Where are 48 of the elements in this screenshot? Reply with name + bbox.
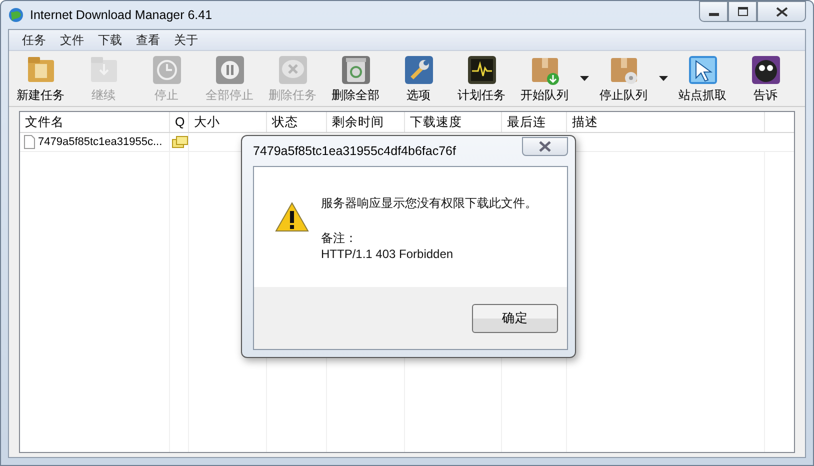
globe-icon — [8, 7, 24, 23]
menu-item[interactable]: 文件 — [53, 32, 91, 48]
error-message: 服务器响应显示您没有权限下载此文件。 — [321, 195, 537, 212]
toolbar-button[interactable]: 告诉 — [734, 54, 797, 104]
file-icon — [24, 135, 35, 149]
toolbar-button[interactable]: 停止队列 — [592, 54, 655, 104]
trash-bin-icon — [340, 54, 372, 86]
menu-item[interactable]: 下载 — [91, 32, 129, 48]
toolbar-button[interactable]: 删除全部 — [324, 54, 387, 104]
dropdown-caret-icon[interactable] — [580, 76, 588, 81]
maximize-button[interactable] — [728, 1, 757, 22]
note-text: HTTP/1.1 403 Forbidden — [321, 247, 454, 261]
menu-item[interactable]: 关于 — [167, 32, 205, 48]
menu-item[interactable]: 查看 — [129, 32, 167, 48]
window-title: Internet Download Manager 6.41 — [30, 8, 214, 22]
wrench-icon — [402, 54, 434, 86]
face-icon — [750, 54, 782, 86]
pulse-monitor-icon — [466, 54, 498, 86]
column-header[interactable]: 下载速度 — [405, 112, 502, 132]
close-icon — [538, 140, 552, 152]
clock-icon — [150, 54, 182, 86]
column-header[interactable]: 大小 — [189, 112, 267, 132]
close-button[interactable] — [757, 1, 806, 22]
file-name-cell[interactable]: 7479a5f85tc1ea31955c... — [20, 133, 170, 151]
dropdown-caret-icon[interactable] — [658, 76, 668, 81]
ok-button[interactable]: 确定 — [472, 304, 558, 332]
pause-icon — [214, 54, 246, 86]
column-header[interactable]: 状态 — [267, 112, 327, 132]
warning-icon — [275, 201, 309, 233]
maximize-icon — [738, 7, 748, 16]
minimize-button[interactable] — [699, 1, 728, 22]
speech-bubble-icon — [276, 54, 308, 86]
column-header[interactable]: 剩余时间 — [327, 112, 405, 132]
cursor-icon — [686, 54, 718, 86]
column-header[interactable]: 最后连 — [502, 112, 567, 132]
close-icon — [776, 6, 788, 16]
close-button[interactable] — [522, 136, 568, 156]
column-header[interactable]: 描述 — [567, 112, 765, 132]
toolbar-button[interactable]: 计划任务 — [450, 54, 513, 104]
dialog-title: 7479a5f85tc1ea31955c4df4b6fac76f — [253, 144, 456, 158]
column-header[interactable]: 文件名 — [20, 112, 170, 132]
column-header[interactable]: Q — [170, 112, 189, 132]
toolbar-button[interactable]: 选项 — [387, 54, 450, 104]
toolbar-button[interactable]: 新建任务 — [9, 54, 72, 104]
toolbar-button[interactable]: 站点抓取 — [671, 54, 734, 104]
toolbar-button[interactable]: 开始队列 — [513, 54, 576, 104]
menu-item[interactable]: 任务 — [15, 32, 53, 48]
note-label: 备注： — [321, 230, 358, 247]
